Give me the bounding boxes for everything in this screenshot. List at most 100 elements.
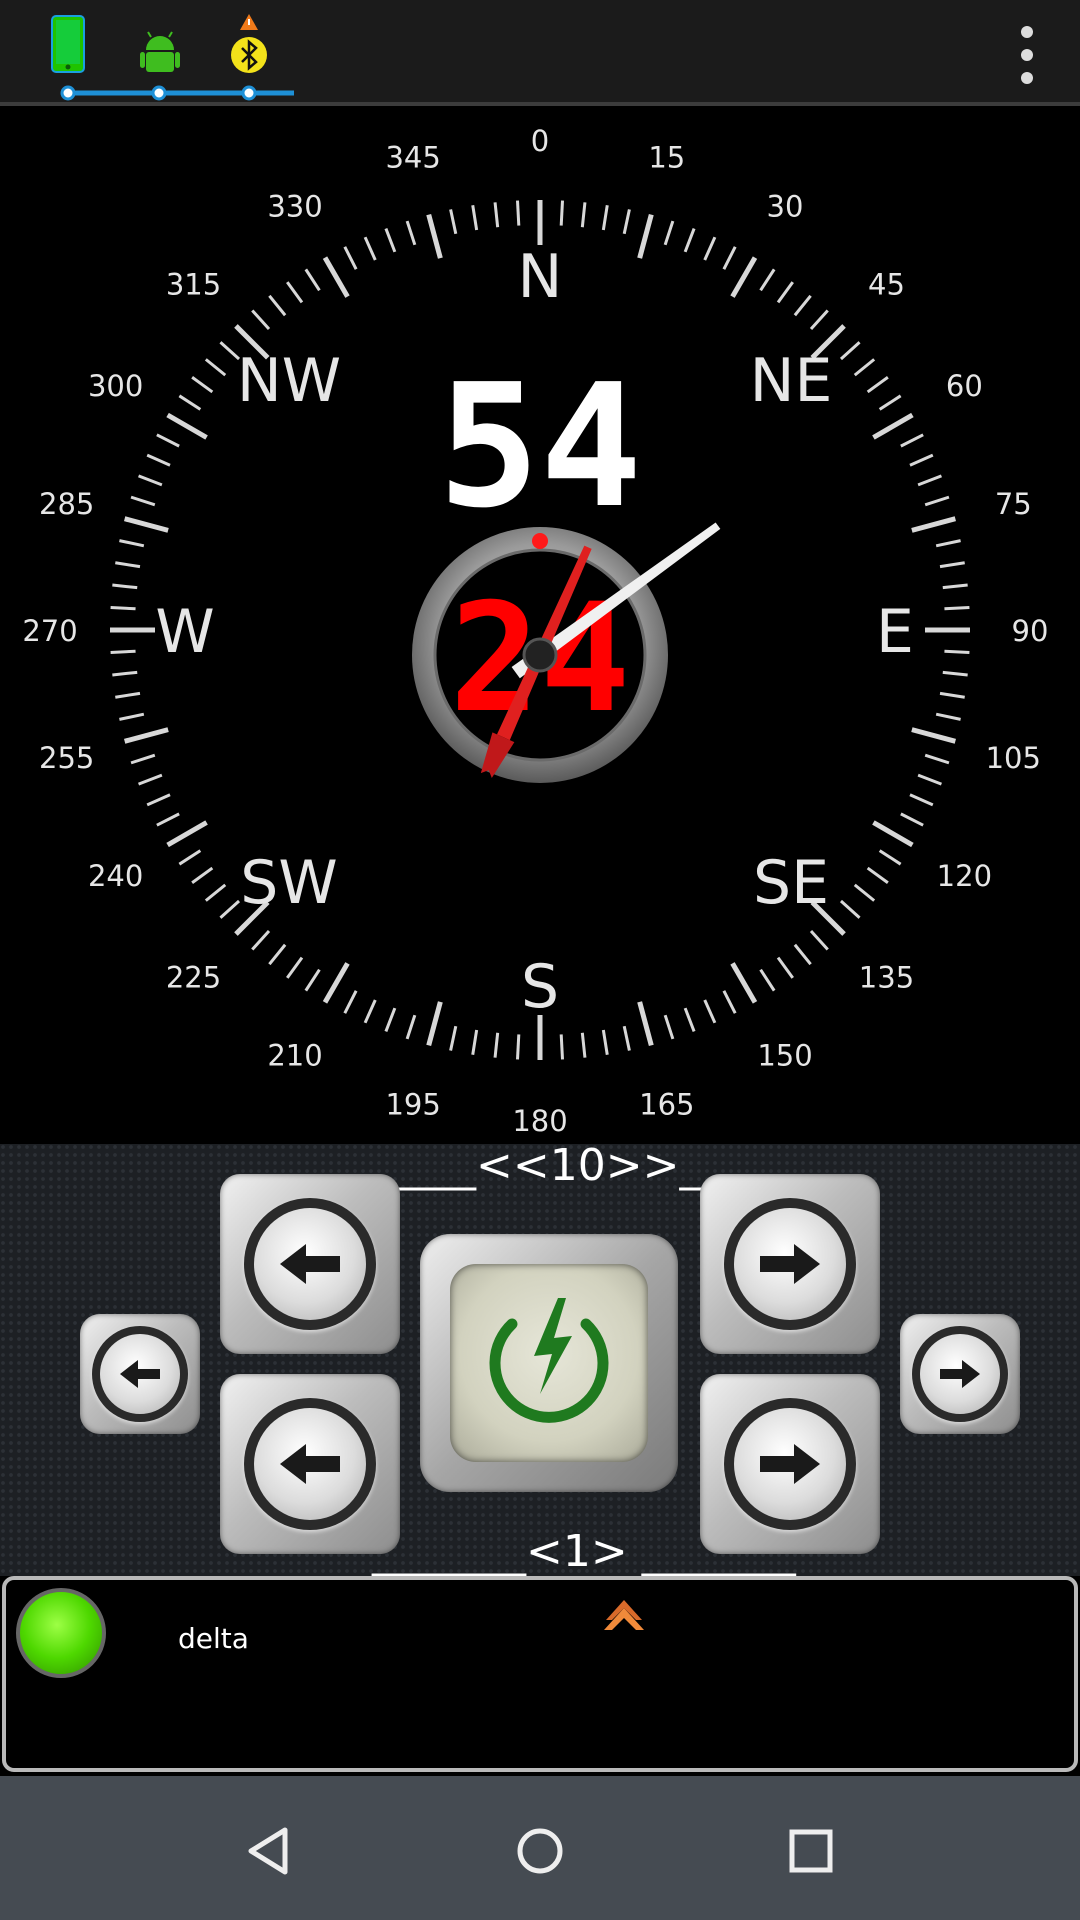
compass-tick [166, 820, 208, 848]
compass-tick [204, 358, 227, 377]
compass-tick [944, 605, 970, 611]
degree-label: 15 [648, 141, 685, 175]
status-panel: delta [2, 1576, 1078, 1772]
compass-tick [622, 1025, 631, 1051]
compass-tick [156, 433, 180, 448]
compass-tick [730, 256, 758, 298]
compass-tick [872, 412, 914, 440]
degree-label: 105 [986, 741, 1041, 775]
compass-tick [363, 236, 377, 261]
compass-tick [935, 712, 961, 721]
cardinal-label: NW [237, 346, 341, 416]
compass-tick [601, 1029, 609, 1055]
compass-tick [853, 883, 876, 902]
device-name: delta [178, 1622, 249, 1655]
compass-tick [112, 670, 138, 677]
compass-tick [471, 205, 479, 231]
compass-tick [580, 202, 587, 228]
power-icon [489, 1298, 609, 1423]
status-toolbar-graphics [51, 14, 294, 101]
compass-tick [363, 999, 377, 1024]
compass-tick [793, 943, 812, 966]
compass-tick [138, 773, 163, 786]
compass-tick [911, 516, 956, 533]
degree-label: 270 [22, 614, 77, 648]
compass-tick [637, 1001, 654, 1046]
degree-label: 255 [39, 741, 94, 775]
right-arrow-button-upper[interactable] [700, 1174, 880, 1354]
compass-tick [110, 649, 136, 655]
compass-tick [286, 956, 304, 979]
compass-tick [146, 793, 171, 807]
expand-chevron-icon[interactable] [602, 1598, 646, 1634]
connection-led [16, 1588, 106, 1678]
cardinal-label: SE [753, 848, 829, 918]
compass-tick [322, 256, 350, 298]
compass-tick [924, 495, 950, 507]
compass-tick [384, 1007, 397, 1032]
compass-tick [471, 1029, 479, 1055]
compass-tick [268, 294, 287, 317]
overflow-menu-icon [1021, 26, 1033, 84]
compass-tick [663, 1014, 675, 1040]
recents-icon[interactable] [788, 1828, 834, 1874]
cardinal-label: N [518, 242, 563, 312]
compass-tick [776, 956, 794, 979]
compass-tick [405, 220, 417, 246]
compass-tick [759, 268, 776, 292]
right-arrow-icon [760, 1244, 820, 1284]
degree-label: 60 [946, 369, 983, 403]
compass-tick [942, 583, 968, 590]
compass-tick [178, 849, 202, 866]
compass-tick [853, 358, 876, 377]
compass-tick [809, 929, 829, 951]
compass-tick [559, 200, 565, 226]
navigation-bar [0, 1776, 1080, 1920]
compass-tick [110, 605, 136, 611]
degree-label: 345 [385, 141, 440, 175]
compass-tick [304, 968, 321, 992]
compass-tick [251, 309, 271, 331]
compass-tick [809, 309, 829, 331]
degree-label: 120 [937, 859, 992, 893]
compass-tick [405, 1014, 417, 1040]
compass-tick [268, 943, 287, 966]
degree-label: 210 [267, 1038, 322, 1072]
compass-tick [878, 849, 902, 866]
heading-display: 54 [438, 348, 643, 546]
compass-tick [119, 712, 145, 721]
right-arrow-small-button[interactable] [900, 1314, 1020, 1434]
compass-tick [559, 1034, 565, 1060]
degree-label: 45 [868, 268, 905, 302]
compass-tick [839, 899, 861, 919]
compass-tick [286, 281, 304, 304]
compass-tick [872, 820, 914, 848]
overflow-menu-button[interactable] [1002, 20, 1052, 90]
left-arrow-small-button[interactable] [80, 1314, 200, 1434]
degree-label: 135 [859, 960, 914, 994]
right-arrow-icon [760, 1444, 820, 1484]
compass-tick [683, 228, 696, 253]
power-button[interactable] [420, 1234, 678, 1492]
compass-tick [138, 474, 163, 487]
compass-tick [515, 200, 521, 226]
home-icon[interactable] [515, 1826, 565, 1876]
cardinal-label: SW [240, 848, 337, 918]
back-icon[interactable] [245, 1826, 295, 1876]
compass-tick [909, 793, 934, 807]
compass-tick [115, 691, 141, 699]
compass-tick [939, 691, 965, 699]
compass-tick [146, 453, 171, 467]
degree-label: 195 [385, 1087, 440, 1121]
compass-tick [703, 999, 717, 1024]
left-arrow-button-upper[interactable] [220, 1174, 400, 1354]
degree-label: 30 [767, 190, 804, 224]
compass-tick [219, 899, 241, 919]
degree-label: 75 [995, 487, 1032, 521]
step-small-label: _______<1> _______ [372, 1526, 796, 1577]
status-node [241, 85, 257, 101]
compass-tick [935, 539, 961, 548]
compass-tick [878, 394, 902, 411]
compass-tick [917, 773, 942, 786]
compass-tick [866, 866, 889, 884]
